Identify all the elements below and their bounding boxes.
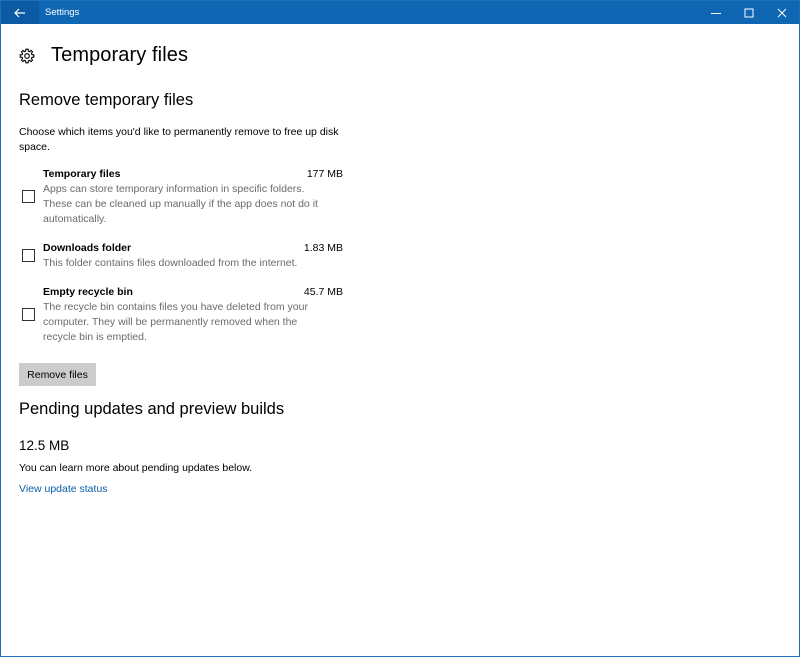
maximize-button[interactable]: [734, 1, 764, 24]
recycle-bin-checkbox[interactable]: [22, 308, 35, 321]
pending-size: 12.5 MB: [19, 438, 70, 453]
item-description-line: The recycle bin contains files you have …: [43, 301, 308, 313]
title-bar: Settings: [1, 1, 799, 24]
back-button[interactable]: [1, 1, 39, 24]
content-area: Temporary files Remove temporary files C…: [1, 24, 799, 656]
minimize-button[interactable]: [701, 1, 731, 24]
pending-section-title: Pending updates and preview builds: [19, 400, 285, 418]
item-description-line: recycle bin is emptied.: [43, 331, 147, 343]
settings-window: Settings Temporary files Remove temporar…: [0, 0, 800, 657]
minimize-icon: [711, 12, 721, 14]
item-size: 177 MB: [306, 168, 343, 180]
item-description-line: These can be cleaned up manually if the …: [43, 198, 318, 210]
item-name: Temporary files: [43, 168, 121, 180]
remove-section-title: Remove temporary files: [19, 91, 194, 109]
temporary-files-checkbox[interactable]: [22, 190, 35, 203]
downloads-folder-checkbox[interactable]: [22, 249, 35, 262]
item-description-line: automatically.: [43, 213, 107, 225]
close-icon: [777, 8, 787, 17]
item-temporary-files: Temporary files 177 MB Apps can store te…: [19, 167, 343, 227]
item-size: 45.7 MB: [303, 286, 343, 298]
item-description-line: computer. They will be permanently remov…: [43, 316, 298, 328]
item-description-line: This folder contains files downloaded fr…: [43, 257, 298, 269]
item-name: Empty recycle bin: [43, 286, 133, 298]
remove-section-description: Choose which items you'd like to permane…: [19, 126, 339, 153]
page-title: Temporary files: [51, 44, 189, 66]
item-name: Downloads folder: [43, 242, 132, 254]
window-title: Settings: [45, 7, 80, 18]
maximize-icon: [744, 8, 754, 17]
item-recycle-bin: Empty recycle bin 45.7 MB The recycle bi…: [19, 285, 343, 345]
gear-icon: [19, 48, 35, 63]
page-header: Temporary files: [19, 44, 188, 67]
arrow-left-icon: [14, 8, 25, 17]
item-size: 1.83 MB: [303, 242, 343, 254]
remove-files-button[interactable]: Remove files: [19, 363, 96, 386]
view-update-status-link[interactable]: View update status: [19, 483, 108, 495]
item-downloads-folder: Downloads folder 1.83 MB This folder con…: [19, 241, 343, 271]
item-description-line: Apps can store temporary information in …: [43, 183, 305, 195]
close-button[interactable]: [767, 1, 797, 24]
pending-info: You can learn more about pending updates…: [19, 462, 253, 474]
